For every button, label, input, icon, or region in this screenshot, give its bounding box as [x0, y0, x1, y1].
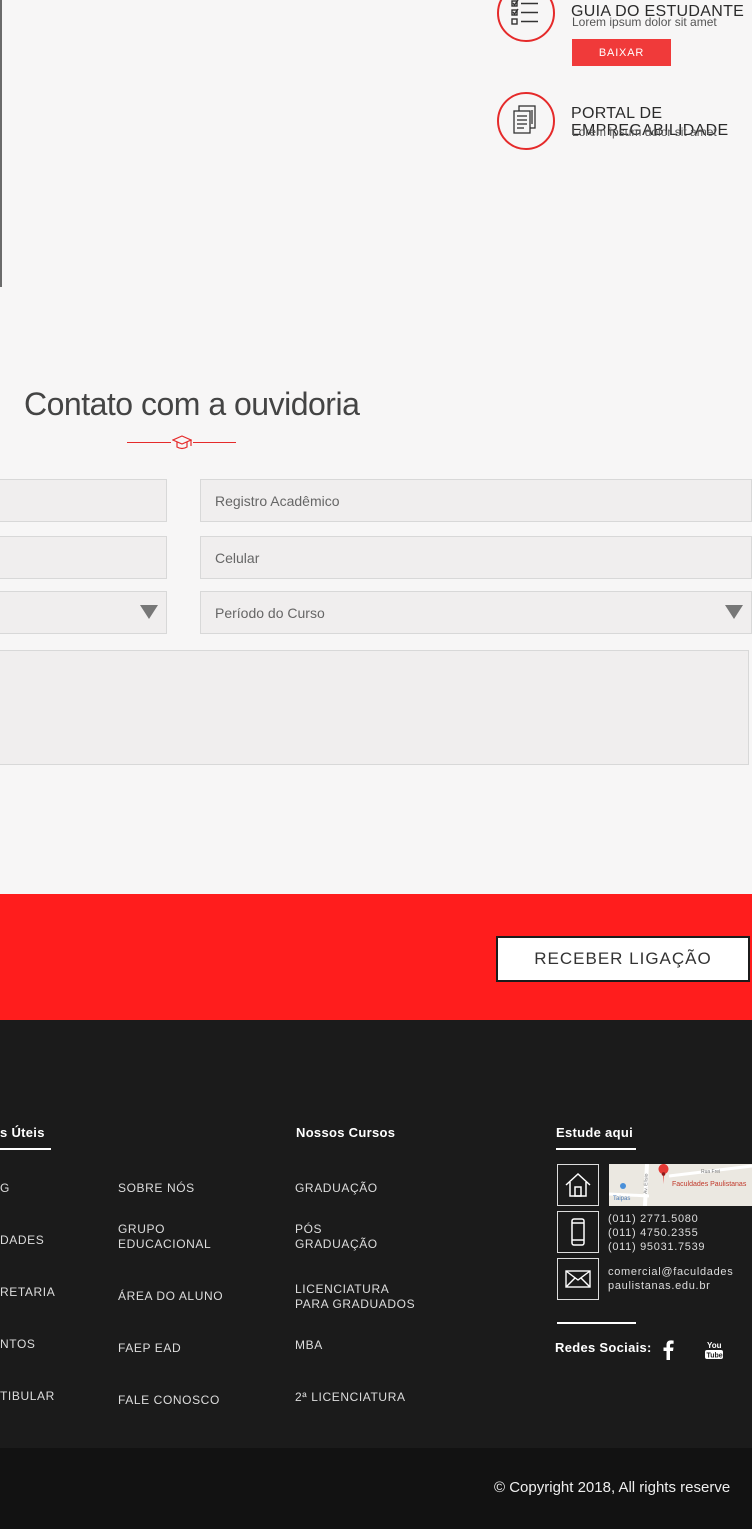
phone-number[interactable]: (011) 95031.7539 [608, 1240, 705, 1254]
social-divider [557, 1322, 636, 1324]
graduation-cap-icon [171, 434, 193, 457]
footer-link[interactable]: NTOS [0, 1337, 36, 1352]
phone-number[interactable]: (011) 2771.5080 [608, 1212, 698, 1226]
phone-icon [557, 1211, 599, 1253]
periodo-placeholder: Período do Curso [215, 604, 325, 621]
footer-link-fale-conosco[interactable]: FALE CONOSCO [118, 1393, 220, 1408]
map-place-label: Faculdades Paulistanas [672, 1181, 747, 1188]
course-select[interactable] [0, 591, 167, 634]
title-divider-right [193, 442, 236, 443]
course-link-segunda-licenciatura[interactable]: 2ª LICENCIATURA [295, 1390, 406, 1405]
social-label: Redes Sociais: [555, 1340, 652, 1355]
footer-link[interactable]: RETARIA [0, 1285, 55, 1300]
footer-link[interactable]: TIBULAR [0, 1389, 55, 1404]
footer-link-faep-ead[interactable]: FAEP EAD [118, 1341, 181, 1356]
home-icon [557, 1164, 599, 1206]
course-link-licenciatura[interactable]: LICENCIATURA PARA GRADUADOS [295, 1282, 415, 1312]
youtube-icon[interactable]: You Tube [705, 1340, 723, 1365]
baixar-button[interactable]: BAIXAR [572, 39, 671, 66]
left-panel-edge [0, 0, 2, 287]
links-heading: s Úteis [0, 1125, 45, 1140]
footer-link[interactable]: G [0, 1181, 10, 1196]
email-line1[interactable]: comercial@faculdades [608, 1265, 733, 1279]
map-area-label: Taipas [613, 1196, 630, 1202]
mail-icon [557, 1258, 599, 1300]
document-files-icon [497, 92, 555, 150]
contact-section-title: Contato com a ouvidoria [24, 386, 360, 422]
periodo-curso-select[interactable]: Período do Curso [200, 591, 752, 634]
footer-link[interactable]: DADES [0, 1233, 44, 1248]
map-street-label: Av. Elísio [643, 1173, 650, 1194]
portal-subtitle: Lorem ipsum dolor sit amet [572, 125, 717, 139]
message-textarea[interactable] [0, 650, 749, 765]
registro-academico-input[interactable]: Registro Acadêmico [200, 479, 752, 522]
links-heading-underline [0, 1148, 51, 1150]
footer-link-grupo-educacional[interactable]: GRUPO EDUCACIONAL [118, 1222, 211, 1252]
footer-link-area-do-aluno[interactable]: ÁREA DO ALUNO [118, 1289, 223, 1304]
course-link-graduacao[interactable]: GRADUAÇÃO [295, 1181, 378, 1196]
footer-link-sobre-nos[interactable]: SOBRE NÓS [118, 1181, 195, 1196]
receber-ligacao-button[interactable]: RECEBER LIGAÇÃO [496, 936, 750, 982]
youtube-text-top: You [707, 1341, 722, 1350]
name-field[interactable] [0, 479, 167, 522]
celular-placeholder: Celular [215, 549, 260, 566]
course-link-mba[interactable]: MBA [295, 1338, 323, 1353]
registro-placeholder: Registro Acadêmico [215, 492, 340, 509]
title-divider-left [127, 442, 171, 443]
checklist-icon [497, 0, 555, 42]
youtube-text-bottom: Tube [707, 1353, 723, 1360]
course-link-pos-graduacao[interactable]: PÓS GRADUAÇÃO [295, 1222, 378, 1252]
study-heading: Estude aqui [556, 1125, 633, 1140]
phone-number[interactable]: (011) 4750.2355 [608, 1226, 698, 1240]
chevron-down-icon [725, 605, 743, 619]
guia-subtitle: Lorem ipsum dolor sit amet [572, 15, 717, 29]
portal-title-line1[interactable]: PORTAL DE [571, 105, 662, 122]
study-heading-underline [556, 1148, 636, 1150]
celular-input[interactable]: Celular [200, 536, 752, 579]
facebook-icon[interactable] [662, 1340, 674, 1365]
copyright-text: © Copyright 2018, All rights reserve [494, 1479, 731, 1496]
location-map[interactable]: Faculdades Paulistanas Taipas Rua Frei A… [609, 1164, 752, 1206]
email-field[interactable] [0, 536, 167, 579]
map-road-label: Rua Frei [701, 1169, 720, 1175]
chevron-down-icon [140, 605, 158, 619]
courses-heading: Nossos Cursos [296, 1125, 396, 1140]
email-line2[interactable]: paulistanas.edu.br [608, 1279, 711, 1293]
